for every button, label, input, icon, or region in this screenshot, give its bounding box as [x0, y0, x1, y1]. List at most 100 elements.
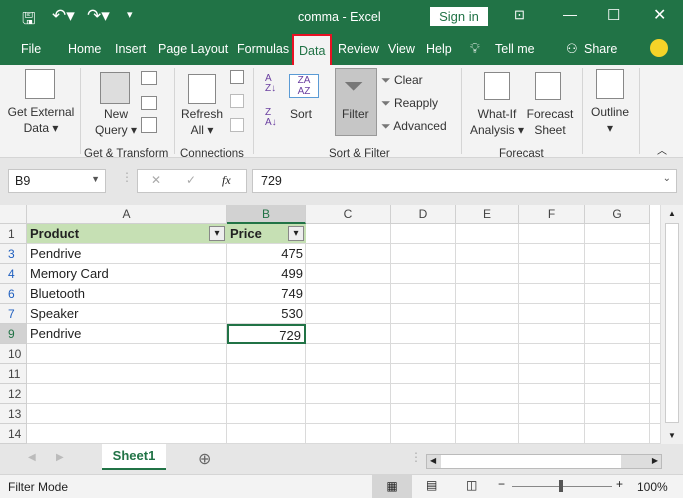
share-button[interactable]: Share — [584, 42, 617, 56]
cell-b12[interactable] — [227, 384, 306, 404]
row-header[interactable]: 7 — [0, 304, 27, 324]
sort-z-to-a-icon[interactable]: Z A↓ — [265, 108, 277, 128]
row-header[interactable]: 10 — [0, 344, 27, 364]
vertical-scrollbar[interactable]: ▲ ▼ — [660, 205, 683, 444]
header-cell-price[interactable]: Price ▾ — [227, 224, 306, 243]
redo-icon[interactable]: ↷▾ — [87, 6, 110, 26]
cell-a12[interactable] — [27, 384, 227, 404]
row-header[interactable]: 1 — [0, 224, 27, 244]
prev-sheet-icon[interactable]: ◀ — [28, 452, 36, 463]
refresh-all-button[interactable]: Refresh All ▾ — [176, 106, 228, 138]
scroll-right-icon[interactable]: ▶ — [652, 456, 658, 465]
recent-sources-icon[interactable] — [141, 117, 157, 133]
insert-function-button[interactable]: fx — [222, 173, 231, 188]
connections-icon[interactable] — [230, 70, 244, 84]
tell-me-search[interactable]: Tell me — [495, 42, 535, 56]
header-cell-product[interactable]: Product ▾ — [27, 224, 227, 243]
new-query-button[interactable]: New Query ▾ — [92, 106, 140, 138]
scroll-down-icon[interactable]: ▼ — [668, 431, 676, 440]
enter-icon[interactable]: ✓ — [186, 173, 196, 187]
row-header[interactable]: 13 — [0, 404, 27, 424]
get-external-data-button[interactable]: Get External Data ▾ — [4, 104, 78, 136]
customize-qat-icon[interactable]: ▾ — [127, 8, 133, 21]
column-header-g[interactable]: G — [585, 205, 650, 224]
cell-b9[interactable]: 729 — [227, 324, 306, 344]
clear-filter-button[interactable]: ⏷ Clear — [381, 72, 423, 88]
scroll-left-icon[interactable]: ◀ — [430, 456, 436, 465]
column-header-d[interactable]: D — [391, 205, 456, 224]
cell-a14[interactable] — [27, 424, 227, 444]
collapse-ribbon-icon[interactable]: ︿ — [657, 142, 667, 157]
from-table-icon[interactable] — [141, 96, 157, 110]
what-if-analysis-button[interactable]: What-If Analysis ▾ — [468, 106, 526, 138]
select-all-button[interactable] — [0, 205, 27, 224]
edit-links-icon[interactable] — [230, 118, 244, 132]
horizontal-scrollbar[interactable]: ◀ ▶ — [426, 454, 662, 469]
cell-a6[interactable]: Bluetooth — [27, 284, 227, 304]
cell-a7[interactable]: Speaker — [27, 304, 227, 324]
cell-a10[interactable] — [27, 344, 227, 364]
column-header-a[interactable]: A — [27, 205, 227, 224]
outline-button[interactable]: Outline ▾ — [588, 104, 632, 136]
properties-icon[interactable] — [230, 94, 244, 108]
tab-insert[interactable]: Insert — [115, 42, 146, 56]
column-header-f[interactable]: F — [519, 205, 585, 224]
cell-a4[interactable]: Memory Card — [27, 264, 227, 284]
tab-formulas[interactable]: Formulas — [237, 42, 289, 56]
filter-dropdown-icon[interactable]: ▾ — [209, 226, 225, 241]
zoom-level[interactable]: 100% — [637, 480, 668, 494]
row-header[interactable]: 6 — [0, 284, 27, 304]
tab-home[interactable]: Home — [68, 42, 101, 56]
tab-page-layout[interactable]: Page Layout — [158, 42, 228, 56]
column-header-c[interactable]: C — [306, 205, 391, 224]
horizontal-scroll-thumb[interactable] — [441, 455, 621, 468]
filter-button[interactable]: ⏷ Filter — [335, 68, 377, 136]
advanced-filter-button[interactable]: ⏷ Advanced — [381, 118, 447, 134]
next-sheet-icon[interactable]: ▶ — [56, 452, 64, 463]
sign-in-button[interactable]: Sign in — [430, 7, 488, 26]
sort-button[interactable]: Sort — [290, 106, 312, 122]
scroll-up-icon[interactable]: ▲ — [668, 209, 676, 218]
undo-icon[interactable]: ↶▾ — [52, 6, 75, 26]
cell-b11[interactable] — [227, 364, 306, 384]
cell-b13[interactable] — [227, 404, 306, 424]
normal-view-button[interactable]: ▦ — [372, 475, 412, 498]
cell-a11[interactable] — [27, 364, 227, 384]
reapply-button[interactable]: ⏷ Reapply — [381, 95, 438, 111]
sort-a-to-z-icon[interactable]: A Z↓ — [265, 74, 276, 94]
name-box[interactable]: B9 ▼ — [8, 169, 106, 193]
save-icon[interactable]: 🖫 — [22, 8, 36, 35]
scroll-thumb[interactable] — [665, 223, 679, 423]
row-header[interactable]: 11 — [0, 364, 27, 384]
column-header-b[interactable]: B — [227, 205, 306, 224]
ribbon-display-options-icon[interactable]: ⊡ — [514, 7, 525, 23]
cell-b6[interactable]: 749 — [227, 284, 306, 304]
cell-a3[interactable]: Pendrive — [27, 244, 227, 264]
cell-a9[interactable]: Pendrive — [27, 324, 227, 344]
cell-b4[interactable]: 499 — [227, 264, 306, 284]
cell-a13[interactable] — [27, 404, 227, 424]
smiley-feedback-icon[interactable] — [650, 39, 668, 57]
expand-formula-bar-icon[interactable]: ⌄ — [663, 173, 671, 184]
zoom-out-button[interactable]: − — [498, 477, 505, 491]
tab-data[interactable]: Data — [292, 34, 333, 65]
chevron-down-icon[interactable]: ▼ — [91, 174, 100, 184]
page-break-preview-button[interactable]: ◫ — [466, 478, 477, 492]
column-header-e[interactable]: E — [456, 205, 519, 224]
sheet-tab-sheet1[interactable]: Sheet1 — [102, 444, 166, 470]
show-queries-icon[interactable] — [141, 71, 157, 85]
filter-dropdown-icon[interactable]: ▾ — [288, 226, 304, 241]
cell-b14[interactable] — [227, 424, 306, 444]
new-sheet-button[interactable]: ⊕ — [198, 449, 211, 469]
row-header[interactable]: 3 — [0, 244, 27, 264]
cancel-icon[interactable]: ✕ — [151, 173, 161, 187]
cell-b10[interactable] — [227, 344, 306, 364]
cell-b7[interactable]: 530 — [227, 304, 306, 324]
minimize-button[interactable]: — — [563, 6, 577, 22]
tab-file[interactable]: File — [21, 42, 41, 56]
maximize-button[interactable]: ☐ — [607, 6, 620, 24]
zoom-in-button[interactable]: + — [616, 477, 623, 491]
forecast-sheet-button[interactable]: Forecast Sheet — [525, 106, 575, 138]
zoom-slider-thumb[interactable] — [559, 480, 563, 492]
close-button[interactable]: ✕ — [653, 5, 666, 25]
